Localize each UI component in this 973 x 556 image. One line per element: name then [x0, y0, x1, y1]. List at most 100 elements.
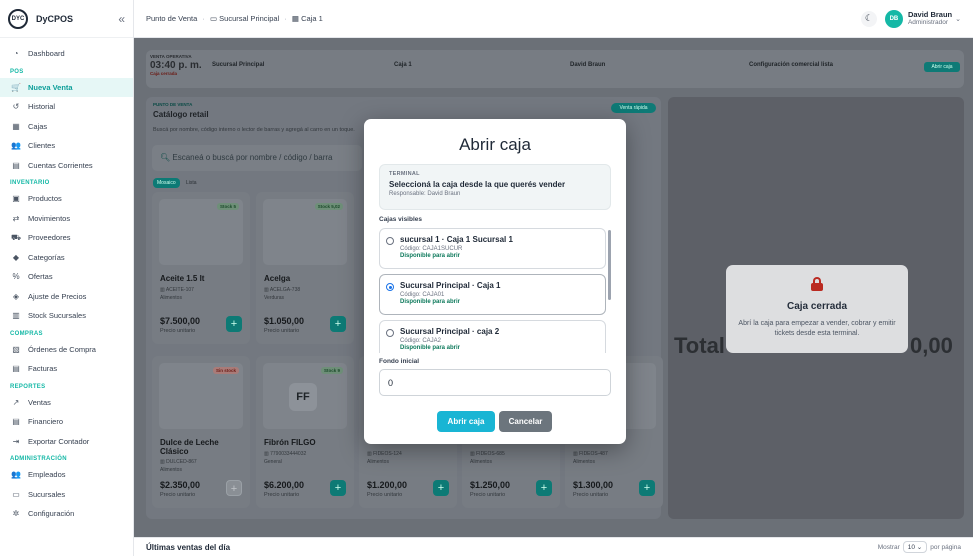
sidebar-item-ofertas[interactable]: % Ofertas — [0, 267, 133, 287]
shift-status: Caja cerrada — [150, 71, 178, 76]
sidebar-item-label: Exportar Contador — [28, 436, 90, 446]
brand: DYC DyCPOS « — [0, 0, 133, 38]
open-register-button[interactable]: Abrir caja — [437, 411, 495, 432]
sidebar-item-proveedores[interactable]: ⛟ Proveedores — [0, 228, 133, 248]
product-price: $6.200,00 — [264, 480, 305, 490]
register-option[interactable]: Sucursal Principal · Caja 1 Código: CAJA0… — [379, 274, 606, 315]
sidebar-item-facturas[interactable]: ▤ Facturas — [0, 359, 133, 379]
user-menu[interactable]: David Braun Administrador — [908, 10, 952, 27]
sidebar-item-label: Financiero — [28, 417, 64, 427]
swap-icon: ⇄ — [12, 213, 20, 223]
sidebar-item-historial[interactable]: ↺ Historial — [0, 97, 133, 117]
terminal-instruction: Seleccioná la caja desde la que querés v… — [389, 180, 566, 189]
product-unit: Precio unitario — [470, 492, 506, 498]
sidebar-item-ajuste-de-precios[interactable]: ◈ Ajuste de Precios — [0, 287, 133, 307]
register-options-list[interactable]: sucursal 1 · Caja 1 Sucursal 1 Código: CA… — [379, 228, 611, 353]
sidebar-section-inventario: INVENTARIO — [10, 180, 50, 186]
sidebar: DYC DyCPOS « ◔ Dashboard POS 🛒 Nueva Venta ↺ H… — [0, 0, 134, 556]
shift-infobar — [146, 50, 964, 88]
product-code-value: FIDEOS-124 — [373, 451, 402, 457]
radio-button[interactable] — [386, 283, 394, 291]
sidebar-item-categorías[interactable]: ◆ Categorías — [0, 248, 133, 268]
modal-title: Abrir caja — [459, 135, 531, 154]
sidebar-item-label: Movimientos — [28, 213, 71, 223]
quick-sale-button[interactable]: Venta rápida — [611, 103, 656, 113]
product-unit: Precio unitario — [264, 492, 300, 498]
show-label: Mostrar — [877, 543, 900, 551]
per-page-select[interactable]: 10 ⌄ — [902, 541, 928, 553]
product-category: Verduras — [264, 295, 285, 301]
stock-badge: Stock 9 — [320, 367, 343, 374]
sidebar-item-productos[interactable]: ▣ Productos — [0, 189, 133, 209]
register-option[interactable]: Sucursal Principal · caja 2 Código: CAJA2… — [379, 320, 606, 353]
infobar-open-register-button[interactable]: Abrir caja — [924, 62, 960, 72]
theme-toggle-moon-icon[interactable]: ☾ — [860, 10, 877, 27]
sidebar-item-label: Ofertas — [28, 272, 53, 282]
infobar-commercial: Configuración comercial lista — [749, 62, 834, 68]
sidebar-item-dashboard[interactable]: ◔ Dashboard — [0, 44, 133, 64]
initial-fund-input[interactable]: 0 — [379, 369, 611, 396]
sidebar-item-cajas[interactable]: ▦ Cajas — [0, 117, 133, 137]
product-search-input[interactable]: 🔍︎ Escaneá o buscá por nombre / código /… — [152, 145, 362, 171]
sidebar-item-financiero[interactable]: ▤ Financiero — [0, 412, 133, 432]
avatar[interactable]: DB — [884, 9, 903, 28]
chevron-down-icon[interactable]: ⌄ — [955, 15, 961, 23]
infobar-branch: Sucursal Principal — [212, 62, 265, 68]
gear-icon: ✲ — [12, 509, 20, 519]
sidebar-item-ventas[interactable]: ↗ Ventas — [0, 393, 133, 413]
product-card[interactable]: Sin stock Dulce de Leche Clásico ▥ DULCED-… — [152, 356, 250, 508]
add-to-cart-button[interactable]: + — [330, 316, 346, 332]
product-card[interactable]: Stock 5 Aceite 1.5 lt ▥ ACEITE-107 Alimento… — [152, 192, 250, 344]
register-option-code: Código: CAJA2 — [400, 338, 442, 344]
sidebar-item-órdenes-de-compra[interactable]: ▧ Órdenes de Compra — [0, 340, 133, 360]
radio-button[interactable] — [386, 237, 394, 245]
sidebar-item-configuración[interactable]: ✲ Configuración — [0, 504, 133, 524]
add-to-cart-button[interactable]: + — [433, 480, 449, 496]
product-code: ▥ 7790033444032 — [264, 451, 307, 457]
sidebar-item-clientes[interactable]: 👥 Clientes — [0, 136, 133, 156]
product-card[interactable]: Stock 9 FF Fibrón FILGO ▥ 7790033444032 Gene… — [256, 356, 354, 508]
sidebar-item-sucursales[interactable]: ▭ Sucursales — [0, 485, 133, 505]
store-icon: ▭ — [209, 14, 218, 23]
sidebar-section-compras: COMPRAS — [10, 330, 43, 337]
product-image: Stock 5 — [159, 199, 243, 265]
brand-name: DyCPOS — [36, 13, 74, 24]
product-category: General — [264, 459, 282, 465]
register-option-name: Sucursal Principal · caja 2 — [400, 327, 500, 336]
sidebar-nav: ◔ Dashboard POS 🛒 Nueva Venta ↺ Historial ▦ Caja… — [0, 38, 133, 524]
sidebar-item-exportar-contador[interactable]: ⇥ Exportar Contador — [0, 432, 133, 452]
add-to-cart-button[interactable]: + — [536, 480, 552, 496]
breadcrumb-separator: · — [284, 14, 287, 23]
product-image: Stock 9 FF — [263, 363, 347, 429]
collapse-sidebar-icon[interactable]: « — [118, 12, 125, 26]
sidebar-item-label: Ajuste de Precios — [28, 291, 87, 301]
breadcrumb-pos[interactable]: Punto de Venta — [146, 14, 197, 23]
breadcrumb-branch[interactable]: Sucursal Principal — [219, 14, 279, 23]
add-to-cart-button[interactable]: + — [226, 480, 242, 496]
scrollbar[interactable] — [608, 230, 611, 300]
product-card[interactable]: Stock 5,02 Acelga ▥ ACELGA-738 Verduras $1.0… — [256, 192, 354, 344]
radio-button[interactable] — [386, 329, 394, 337]
search-icon: 🔍︎ — [160, 153, 171, 162]
sidebar-item-movimientos[interactable]: ⇄ Movimientos — [0, 209, 133, 229]
terminal-responsible: Responsable: David Braun — [389, 191, 461, 197]
infobar-cashier: David Braun — [570, 62, 606, 68]
boxes-icon: ▣ — [12, 194, 20, 204]
sidebar-item-stock-sucursales[interactable]: ▥ Stock Sucursales — [0, 306, 133, 326]
sidebar-item-cuentas-corrientes[interactable]: ▤ Cuentas Corrientes — [0, 156, 133, 176]
product-unit: Precio unitario — [160, 492, 196, 498]
product-name: Dulce de Leche Clásico — [160, 438, 219, 456]
add-to-cart-button[interactable]: + — [226, 316, 242, 332]
register-option-availability: Disponible para abrir — [400, 253, 461, 259]
view-list-button[interactable]: Lista — [182, 178, 201, 188]
breadcrumb-register[interactable]: Caja 1 — [301, 14, 323, 23]
cancel-button[interactable]: Cancelar — [499, 411, 552, 432]
per-page-label: por página — [930, 543, 961, 551]
sidebar-item-empleados[interactable]: 👥 Empleados — [0, 465, 133, 485]
sidebar-item-nueva-venta[interactable]: 🛒 Nueva Venta — [0, 77, 133, 97]
add-to-cart-button[interactable]: + — [639, 480, 655, 496]
open-register-modal: Abrir caja TERMINAL Seleccioná la caja d… — [364, 119, 626, 444]
register-option[interactable]: sucursal 1 · Caja 1 Sucursal 1 Código: CA… — [379, 228, 606, 269]
add-to-cart-button[interactable]: + — [330, 480, 346, 496]
view-mosaic-button[interactable]: Mosaico — [153, 178, 180, 188]
